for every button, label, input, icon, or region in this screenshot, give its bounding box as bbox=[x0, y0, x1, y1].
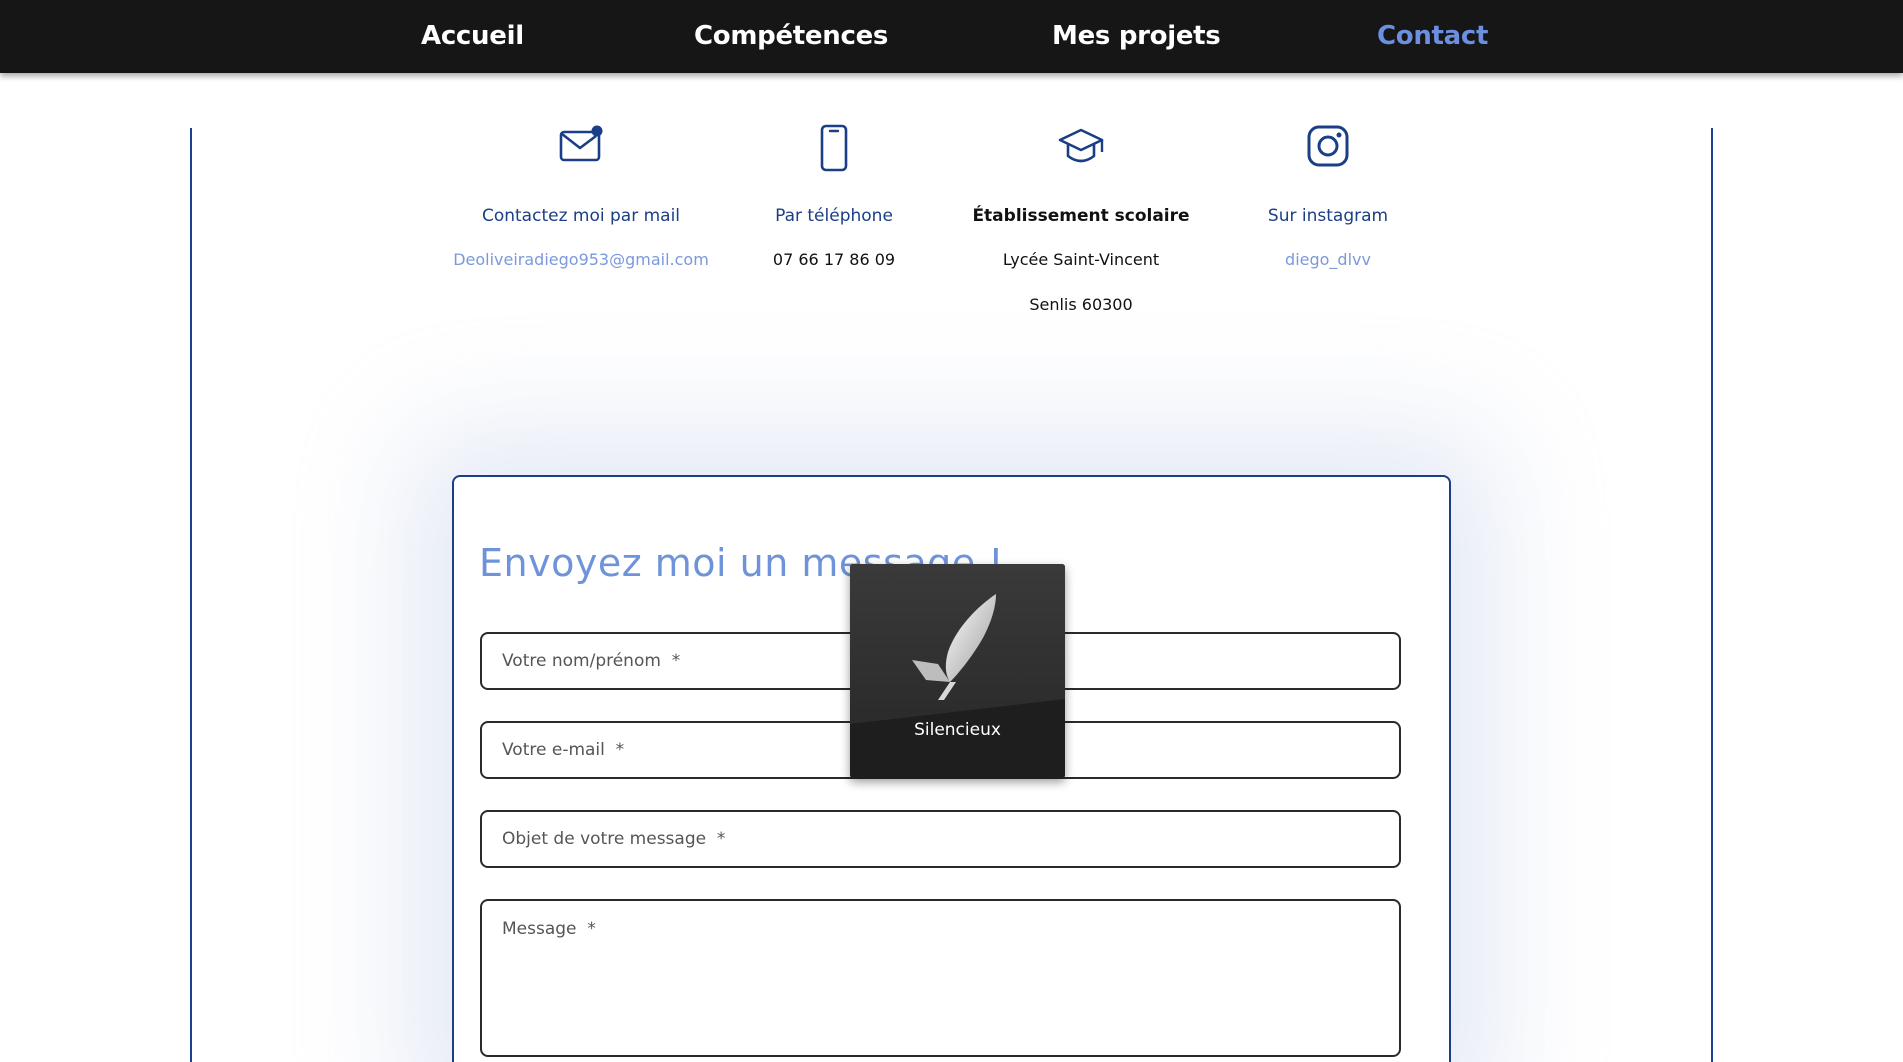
mail-link[interactable]: Deoliveiradiego953@gmail.com bbox=[451, 250, 711, 270]
school-label: Établissement scolaire bbox=[972, 206, 1190, 226]
contact-school-block: Établissement scolaire Lycée Saint-Vince… bbox=[971, 124, 1191, 315]
instagram-label: Sur instagram bbox=[1267, 206, 1389, 226]
silent-mode-icon bbox=[912, 594, 996, 700]
contact-instagram-block: Sur instagram diego_dlvv bbox=[1248, 124, 1408, 270]
phone-number[interactable]: 07 66 17 86 09 bbox=[754, 250, 914, 270]
mail-icon bbox=[451, 124, 711, 176]
school-name: Lycée Saint-Vincent bbox=[1002, 250, 1160, 269]
mail-label: Contactez moi par mail bbox=[481, 206, 681, 226]
nav-link-mes-projets[interactable]: Mes projets bbox=[1052, 14, 1221, 58]
phone-label: Par téléphone bbox=[775, 206, 893, 226]
graduation-cap-icon bbox=[971, 124, 1191, 176]
subject-input[interactable] bbox=[480, 810, 1401, 868]
right-border-line bbox=[1711, 128, 1713, 1062]
nav-link-contact[interactable]: Contact bbox=[1377, 14, 1488, 58]
instagram-icon bbox=[1248, 124, 1408, 176]
instagram-link[interactable]: diego_dlvv bbox=[1248, 250, 1408, 270]
nav-link-accueil[interactable]: Accueil bbox=[421, 14, 524, 58]
phone-icon bbox=[754, 124, 914, 176]
silent-mode-label: Silencieux bbox=[914, 720, 1001, 740]
message-textarea[interactable] bbox=[480, 899, 1401, 1057]
contact-phone-block: Par téléphone 07 66 17 86 09 bbox=[754, 124, 914, 270]
silent-mode-overlay: Silencieux bbox=[850, 564, 1065, 778]
contact-mail-block: Contactez moi par mail Deoliveiradiego95… bbox=[451, 124, 711, 270]
school-city: Senlis 60300 bbox=[1029, 295, 1133, 314]
top-navbar: Accueil Compétences Mes projets Contact bbox=[0, 0, 1903, 73]
nav-link-competences[interactable]: Compétences bbox=[694, 14, 888, 58]
left-border-line bbox=[190, 128, 192, 1062]
